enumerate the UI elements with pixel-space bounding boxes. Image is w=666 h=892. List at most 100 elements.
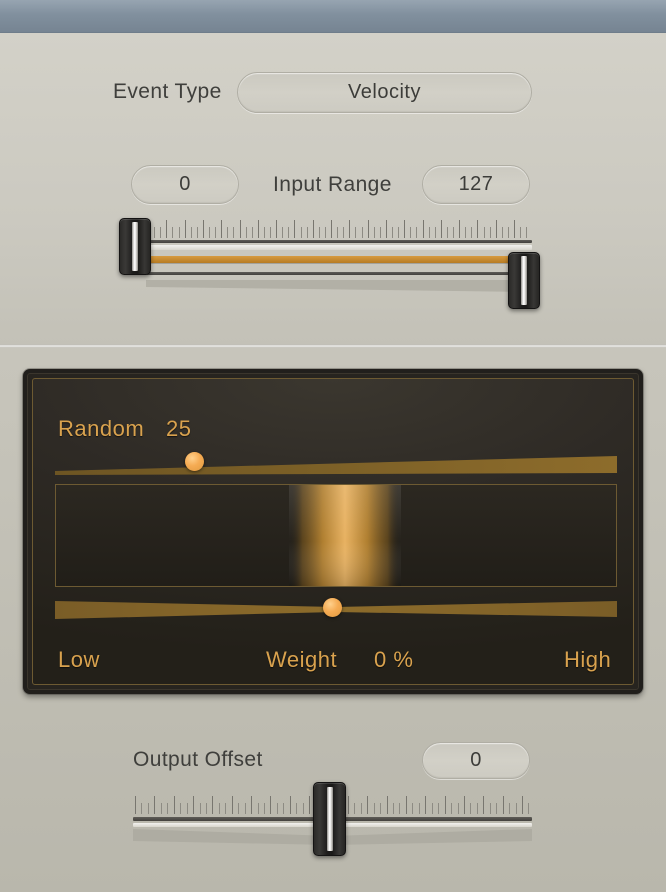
ruler-tick [167, 803, 169, 814]
ruler-tick [483, 796, 485, 814]
ruler-tick [477, 220, 479, 238]
ruler-tick [489, 803, 491, 814]
ruler-tick [135, 796, 136, 814]
ruler-tick [463, 796, 465, 814]
ruler-tick [154, 227, 156, 238]
ruler-tick [361, 227, 363, 238]
ruler-tick [509, 803, 511, 814]
ruler-tick [238, 803, 240, 814]
ruler-tick [173, 796, 175, 814]
input-range-label: Input Range [273, 173, 392, 196]
thumb-stripe [132, 222, 138, 271]
ruler-tick [418, 803, 420, 814]
ruler-tick [440, 220, 442, 238]
ruler-tick [141, 803, 143, 814]
ruler-tick [451, 803, 453, 814]
ruler-tick [502, 796, 504, 814]
weight-slider-knob[interactable] [323, 598, 342, 617]
random-slider-track[interactable] [55, 451, 617, 477]
random-panel-inner: Random 25 Low Weight 0 % High [32, 378, 634, 685]
ruler-tick [343, 227, 345, 238]
event-type-select[interactable]: Velocity [237, 72, 532, 113]
ruler-tick [471, 227, 473, 238]
ruler-tick [160, 803, 162, 814]
ruler-tick [147, 803, 149, 814]
input-range-max-thumb[interactable] [508, 252, 540, 309]
ruler-tick [302, 803, 304, 814]
ruler-tick [221, 220, 223, 238]
input-range-min-field[interactable]: 0 [131, 165, 239, 204]
section-divider [0, 344, 666, 348]
ruler-tick [489, 227, 491, 238]
input-range-ruler [146, 216, 532, 238]
ruler-tick [209, 227, 210, 238]
ruler-tick [276, 803, 278, 814]
output-offset-label: Output Offset [133, 748, 263, 771]
ruler-tick [202, 220, 204, 238]
ruler-tick [225, 803, 227, 814]
ruler-tick [263, 227, 265, 238]
input-range-max-field[interactable]: 127 [422, 165, 530, 204]
ruler-tick [227, 227, 229, 238]
ruler-tick [410, 227, 412, 238]
ruler-tick [318, 227, 320, 238]
thumb-stripe [521, 256, 527, 305]
ruler-tick [337, 227, 339, 238]
weight-high-label: High [564, 647, 612, 672]
ruler-tick [233, 227, 235, 238]
ruler-tick [312, 220, 314, 238]
ruler-tick [245, 227, 247, 238]
output-offset-field[interactable]: 0 [422, 742, 530, 779]
ruler-tick [215, 227, 217, 238]
ruler-tick [422, 220, 424, 238]
ruler-tick [444, 796, 446, 814]
ruler-tick [231, 796, 233, 814]
ruler-tick [483, 227, 485, 238]
ruler-tick [431, 803, 433, 814]
ruler-tick [405, 796, 407, 814]
weight-label: Weight [266, 647, 338, 672]
ruler-tick [178, 227, 180, 238]
ruler-tick [520, 227, 522, 238]
ruler-tick [373, 227, 375, 238]
ruler-tick [526, 227, 528, 238]
ruler-tick [218, 803, 220, 814]
thumb-stripe [326, 787, 333, 851]
ruler-tick [282, 227, 284, 238]
ruler-tick [501, 227, 503, 238]
ruler-tick [190, 227, 192, 238]
event-type-label: Event Type [113, 80, 222, 103]
window-titlebar [0, 0, 666, 33]
ruler-tick [404, 220, 406, 238]
ruler-tick [379, 227, 381, 238]
ruler-tick [270, 796, 272, 814]
ruler-tick [264, 803, 265, 814]
ruler-tick [528, 803, 530, 814]
random-panel: Random 25 Low Weight 0 % High [23, 369, 643, 694]
ruler-tick [398, 227, 400, 238]
ruler-tick [160, 227, 162, 238]
ruler-tick [199, 803, 201, 814]
ruler-tick [399, 803, 401, 814]
random-slider-knob[interactable] [185, 452, 204, 471]
ruler-tick [166, 220, 168, 238]
ruler-tick [476, 803, 478, 814]
ruler-tick [515, 803, 517, 814]
ruler-tick [347, 796, 349, 814]
input-range-fill [146, 256, 532, 263]
weight-low-label: Low [58, 647, 100, 672]
ruler-tick [306, 227, 308, 238]
output-offset-thumb[interactable] [313, 782, 346, 856]
ruler-tick [324, 227, 326, 238]
random-value: 25 [166, 416, 192, 441]
distribution-graph [55, 484, 617, 587]
input-range-min-thumb[interactable] [119, 218, 151, 275]
ruler-tick [349, 220, 351, 238]
ruler-tick [355, 227, 357, 238]
ruler-tick [385, 220, 387, 238]
ruler-tick [373, 803, 375, 814]
ruler-tick [270, 227, 271, 238]
ruler-tick [257, 803, 259, 814]
ruler-tick [193, 796, 195, 814]
ruler-tick [367, 220, 369, 238]
